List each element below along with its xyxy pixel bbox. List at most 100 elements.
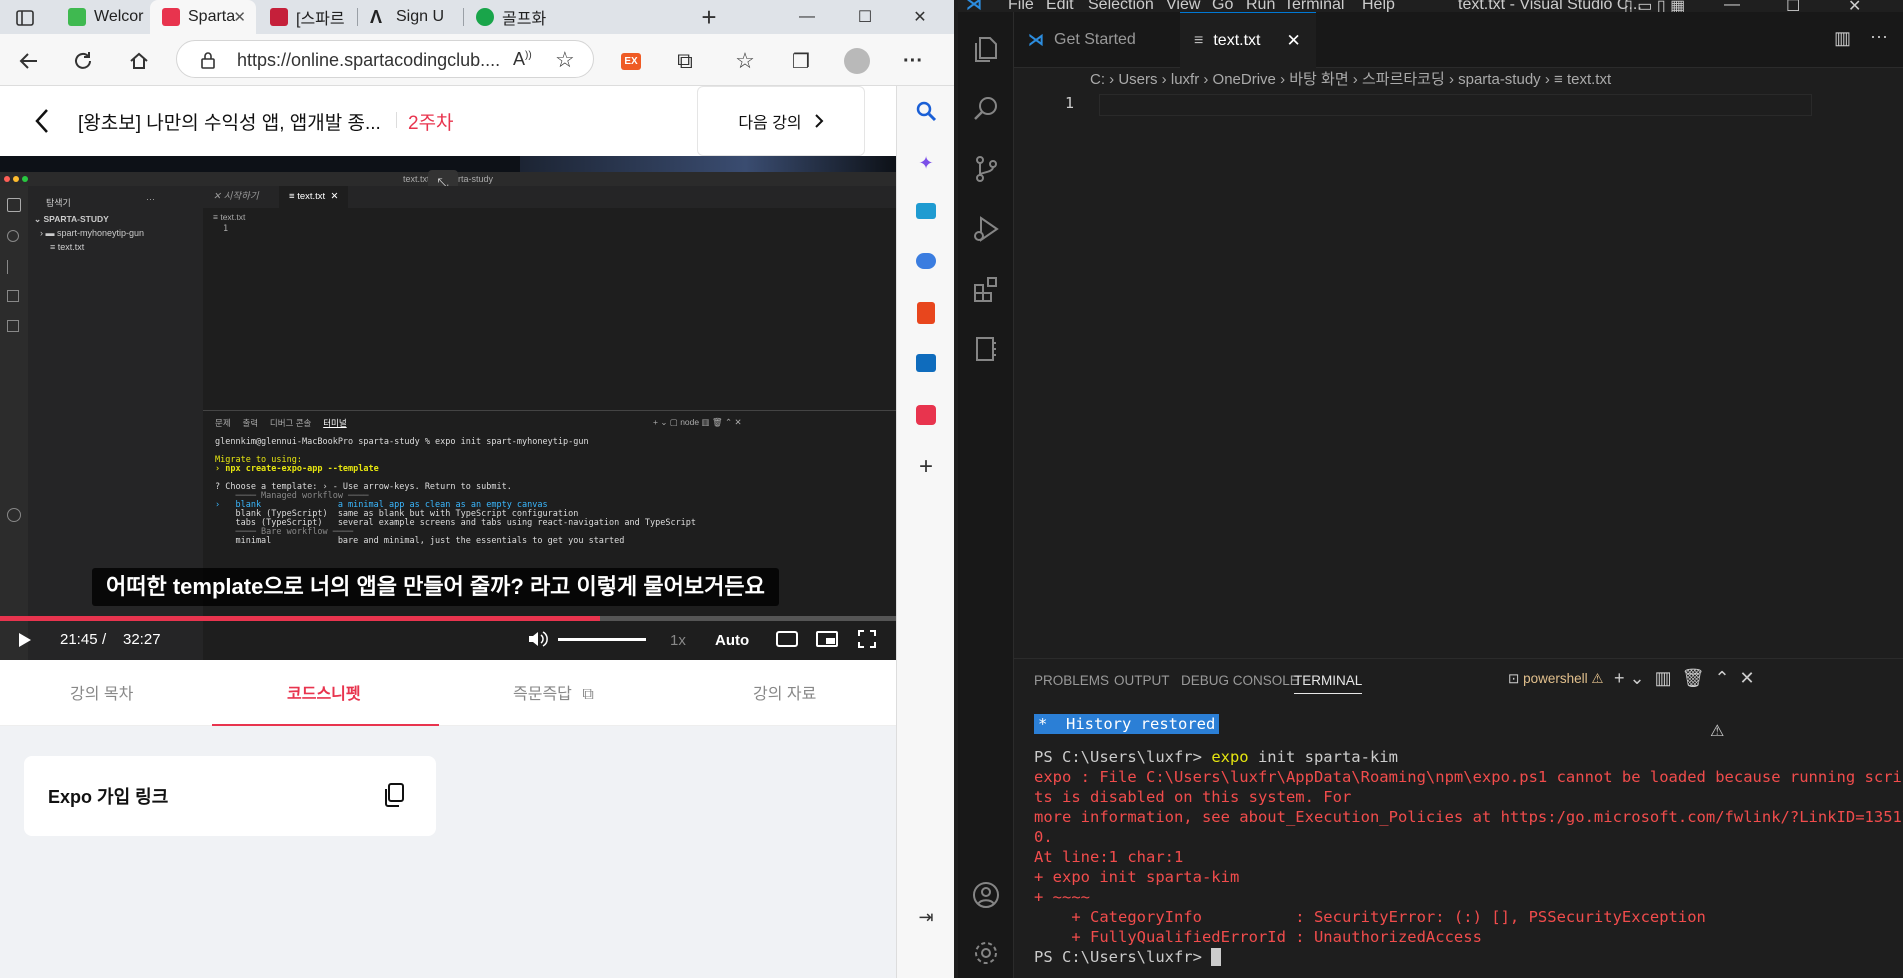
- video-breadcrumb: ≡ text.txt: [213, 212, 246, 222]
- error-line: more information, see about_Execution_Po…: [1034, 808, 1903, 826]
- back-arrow-icon[interactable]: [14, 46, 44, 76]
- tab-label: text.txt: [1213, 31, 1261, 49]
- sparta-app-icon[interactable]: [913, 402, 939, 428]
- split-editor-icon[interactable]: ▥: [1834, 28, 1851, 49]
- add-sidebar-app-icon[interactable]: +: [913, 453, 939, 480]
- breadcrumb: C: › Users › luxfr › OneDrive › 바탕 화면 › …: [1090, 71, 1612, 88]
- panel-actions[interactable]: + ⌄ ▥ 🗑 ⌃ ✕: [1614, 668, 1755, 689]
- video-tab-start: ✕ 시작하기: [213, 191, 259, 202]
- run-debug-icon[interactable]: [971, 214, 1001, 244]
- pip-mode-icon[interactable]: [816, 631, 838, 647]
- snippet-label: Expo 가입 링크: [48, 787, 169, 807]
- file-lines-icon: ≡: [1194, 31, 1204, 49]
- next-lecture-label: 다음 강의: [738, 115, 802, 132]
- extension-ex-icon[interactable]: EX: [616, 46, 646, 76]
- maximize-button[interactable]: ☐: [850, 2, 880, 32]
- manage-gear-icon[interactable]: [971, 938, 1001, 968]
- tab-get-started[interactable]: ⋊ Get Started: [1014, 12, 1180, 68]
- crumb[interactable]: Users: [1118, 71, 1157, 88]
- shopping-icon[interactable]: [913, 198, 939, 224]
- refresh-icon[interactable]: [68, 46, 98, 76]
- search-icon[interactable]: [913, 98, 939, 124]
- back-chevron-icon[interactable]: [34, 108, 50, 134]
- panel-tab-terminal[interactable]: TERMINAL: [1294, 673, 1363, 694]
- snippet-card[interactable]: Expo 가입 링크: [24, 756, 436, 836]
- crumb[interactable]: text.txt: [1567, 71, 1611, 88]
- tab-materials[interactable]: 강의 자료: [753, 680, 816, 704]
- games-icon[interactable]: [913, 248, 939, 274]
- next-lecture-button[interactable]: 다음 강의: [697, 86, 865, 156]
- tab-label: Sparta: [188, 8, 236, 25]
- account-icon[interactable]: [971, 880, 1001, 910]
- editor-current-line[interactable]: [1099, 94, 1812, 116]
- close-window-button[interactable]: ✕: [905, 2, 935, 32]
- play-icon[interactable]: [18, 632, 32, 648]
- crumb[interactable]: 바탕 화면: [1289, 71, 1348, 88]
- more-menu-icon[interactable]: ···: [898, 46, 928, 76]
- chevron-right-icon: [814, 113, 824, 129]
- panel-tab-problems[interactable]: PROBLEMS: [1034, 673, 1109, 688]
- office-icon[interactable]: [913, 300, 939, 326]
- minimize-button[interactable]: —: [792, 2, 822, 32]
- browser-tab-3[interactable]: [스파르: [258, 0, 356, 34]
- crumb[interactable]: 스파르타코딩: [1362, 71, 1445, 88]
- search-icon[interactable]: [971, 94, 1001, 124]
- notebook-icon[interactable]: [971, 334, 1001, 364]
- vscode-logo-icon: ⋊: [966, 0, 982, 13]
- captions-icon[interactable]: [776, 631, 798, 647]
- source-control-icon[interactable]: [971, 154, 1001, 184]
- panel-tab-debug-console[interactable]: DEBUG CONSOLE: [1181, 673, 1299, 688]
- new-tab-button[interactable]: +: [694, 2, 724, 32]
- total-time: 32:27: [123, 631, 161, 648]
- quality-selector[interactable]: Auto: [715, 632, 749, 649]
- crumb[interactable]: C:: [1090, 71, 1105, 88]
- history-label: History restored: [1066, 715, 1216, 733]
- mac-maximize-dot: [22, 176, 28, 182]
- tab-text-txt[interactable]: ≡ text.txt ✕: [1180, 12, 1316, 68]
- favorites-icon[interactable]: ☆: [730, 46, 760, 76]
- close-tab-icon[interactable]: ✕: [1286, 31, 1300, 51]
- volume-icon[interactable]: [528, 630, 548, 648]
- extensions-puzzle-icon[interactable]: ⧉: [670, 46, 700, 76]
- crumb[interactable]: sparta-study: [1458, 71, 1541, 88]
- outlook-icon[interactable]: [913, 350, 939, 376]
- read-aloud-icon[interactable]: A)): [513, 49, 532, 70]
- panel-tab-output[interactable]: OUTPUT: [1114, 673, 1170, 688]
- browser-tab-4[interactable]: Λ Sign U: [358, 0, 462, 34]
- video-term-tab: 디버그 콘솔: [269, 418, 312, 428]
- tab-toc[interactable]: 강의 목차: [70, 680, 133, 704]
- error-line: + CategoryInfo : SecurityError: (:) [], …: [1034, 908, 1706, 926]
- command-word: expo: [1211, 748, 1249, 766]
- shell-selector[interactable]: ⊡ powershell ⚠: [1508, 671, 1604, 687]
- crumb[interactable]: luxfr: [1171, 71, 1199, 88]
- tab-code-snippet[interactable]: 코드스니펫: [287, 680, 361, 704]
- browser-tab-2-active[interactable]: Sparta ✕: [150, 0, 256, 34]
- line-number: 1: [1064, 94, 1074, 112]
- video-term-tab: 출력: [242, 418, 259, 428]
- browser-tab-5[interactable]: 골프화: [464, 0, 568, 34]
- url-text[interactable]: https://online.spartacodingclub....: [237, 50, 500, 71]
- hide-sidebar-icon[interactable]: ⇥: [913, 904, 939, 930]
- playback-speed[interactable]: 1x: [670, 632, 686, 649]
- close-tab-icon[interactable]: ✕: [233, 8, 246, 26]
- copilot-sparkle-icon[interactable]: ✦: [913, 150, 939, 176]
- browser-tab-1[interactable]: Welcor: [56, 0, 148, 34]
- fullscreen-icon[interactable]: [858, 630, 876, 648]
- volume-slider[interactable]: [558, 638, 646, 641]
- copy-icon[interactable]: [382, 782, 406, 808]
- favorite-star-icon[interactable]: ☆: [555, 47, 575, 73]
- extensions-icon[interactable]: [971, 274, 1001, 304]
- lock-icon[interactable]: [199, 50, 217, 70]
- collections-icon[interactable]: ❐: [786, 46, 816, 76]
- folder-item-label: spart-myhoneytip-gun: [57, 228, 145, 238]
- profile-avatar[interactable]: [842, 46, 872, 76]
- tab-qna[interactable]: 즉문즉답 ⧉: [513, 680, 594, 704]
- crumb[interactable]: OneDrive: [1213, 71, 1276, 88]
- explorer-icon[interactable]: [971, 34, 1001, 64]
- tab-actions-icon[interactable]: [10, 3, 40, 33]
- video-editor-tabs: ✕ 시작하기 ≡ text.txt ✕: [203, 186, 896, 208]
- video-player[interactable]: text.txt — sparta-study ⤡ 탐색기 ··· ⌄ SPAR…: [0, 156, 896, 660]
- home-icon[interactable]: [124, 46, 154, 76]
- more-actions-icon[interactable]: ···: [1870, 26, 1888, 47]
- address-bar[interactable]: https://online.spartacodingclub.... A)) …: [176, 40, 594, 78]
